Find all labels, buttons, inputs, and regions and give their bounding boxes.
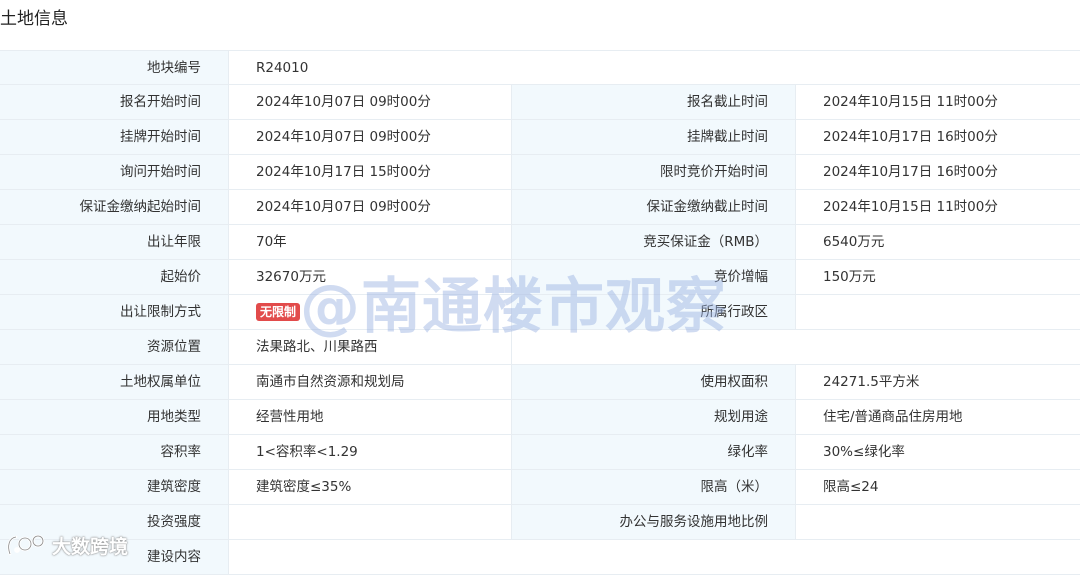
section-title: 土地信息: [0, 9, 68, 29]
field-label: 保证金缴纳截止时间: [512, 190, 796, 225]
table-row: 起始价 32670万元 竞价增幅 150万元: [0, 260, 1080, 295]
field-label: 竞价增幅: [512, 260, 796, 295]
field-label: 出让限制方式: [0, 295, 229, 330]
field-label: 所属行政区: [512, 295, 796, 330]
field-label: 容积率: [0, 435, 229, 470]
field-label: 使用权面积: [512, 365, 796, 400]
field-label: 出让年限: [0, 225, 229, 260]
field-label: 挂牌截止时间: [512, 120, 796, 155]
field-label: 建筑密度: [0, 470, 229, 505]
table-row: 出让年限 70年 竞买保证金（RMB） 6540万元: [0, 225, 1080, 260]
field-value: 2024年10月17日 15时00分: [229, 155, 512, 190]
field-value: 32670万元: [229, 260, 512, 295]
field-value: 住宅/普通商品住房用地: [796, 400, 1080, 435]
field-value: 150万元: [796, 260, 1080, 295]
land-info-table: 地块编号 R24010 报名开始时间 2024年10月07日 09时00分 报名…: [0, 50, 1080, 575]
restriction-badge: 无限制: [256, 303, 301, 321]
field-label: 投资强度: [0, 505, 229, 540]
field-value: [796, 505, 1080, 540]
table-row: 资源位置 法果路北、川果路西: [0, 330, 1080, 365]
field-label: 询问开始时间: [0, 155, 229, 190]
field-label: 竞买保证金（RMB）: [512, 225, 796, 260]
table-row: 建筑密度 建筑密度≤35% 限高（米） 限高≤24: [0, 470, 1080, 505]
field-value: 2024年10月17日 16时00分: [796, 120, 1080, 155]
table-row: 容积率 1<容积率<1.29 绿化率 30%≤绿化率: [0, 435, 1080, 470]
parcel-number-label: 地块编号: [0, 50, 229, 85]
field-value: 南通市自然资源和规划局: [229, 365, 512, 400]
field-label: 限高（米）: [512, 470, 796, 505]
field-value: 24271.5平方米: [796, 365, 1080, 400]
field-label: 保证金缴纳起始时间: [0, 190, 229, 225]
field-label: 起始价: [0, 260, 229, 295]
field-label: 限时竞价开始时间: [512, 155, 796, 190]
field-label: 土地权属单位: [0, 365, 229, 400]
field-value: 2024年10月07日 09时00分: [229, 85, 512, 120]
field-label: 绿化率: [512, 435, 796, 470]
field-value: 1<容积率<1.29: [229, 435, 512, 470]
table-row: 询问开始时间 2024年10月17日 15时00分 限时竞价开始时间 2024年…: [0, 155, 1080, 190]
field-label: 报名开始时间: [0, 85, 229, 120]
table-row-parcel-number: 地块编号 R24010: [0, 50, 1080, 85]
field-value: 无限制: [229, 295, 512, 330]
field-value: 30%≤绿化率: [796, 435, 1080, 470]
field-label: 规划用途: [512, 400, 796, 435]
field-value: 2024年10月15日 11时00分: [796, 190, 1080, 225]
table-row-construction: 建设内容: [0, 540, 1080, 575]
field-value: 6540万元: [796, 225, 1080, 260]
table-row: 挂牌开始时间 2024年10月07日 09时00分 挂牌截止时间 2024年10…: [0, 120, 1080, 155]
field-value: 2024年10月17日 16时00分: [796, 155, 1080, 190]
field-value: 2024年10月07日 09时00分: [229, 120, 512, 155]
construction-value: [229, 540, 1080, 575]
field-value: 经营性用地: [229, 400, 512, 435]
field-value: 建筑密度≤35%: [229, 470, 512, 505]
table-row: 出让限制方式 无限制 所属行政区: [0, 295, 1080, 330]
field-label: 用地类型: [0, 400, 229, 435]
table-row: 土地权属单位 南通市自然资源和规划局 使用权面积 24271.5平方米: [0, 365, 1080, 400]
construction-label: 建设内容: [0, 540, 229, 575]
field-value: 70年: [229, 225, 512, 260]
field-label: 办公与服务设施用地比例: [512, 505, 796, 540]
field-label: 挂牌开始时间: [0, 120, 229, 155]
table-row: 报名开始时间 2024年10月07日 09时00分 报名截止时间 2024年10…: [0, 85, 1080, 120]
parcel-number-value: R24010: [229, 50, 1080, 85]
empty-cell: [796, 330, 1080, 365]
table-row: 保证金缴纳起始时间 2024年10月07日 09时00分 保证金缴纳截止时间 2…: [0, 190, 1080, 225]
empty-cell: [512, 330, 796, 365]
table-row: 投资强度 办公与服务设施用地比例: [0, 505, 1080, 540]
field-value: 法果路北、川果路西: [229, 330, 512, 365]
field-label: 报名截止时间: [512, 85, 796, 120]
field-value: [796, 295, 1080, 330]
field-value: 2024年10月07日 09时00分: [229, 190, 512, 225]
field-value: [229, 505, 512, 540]
field-value: 限高≤24: [796, 470, 1080, 505]
field-value: 2024年10月15日 11时00分: [796, 85, 1080, 120]
table-row: 用地类型 经营性用地 规划用途 住宅/普通商品住房用地: [0, 400, 1080, 435]
field-label: 资源位置: [0, 330, 229, 365]
